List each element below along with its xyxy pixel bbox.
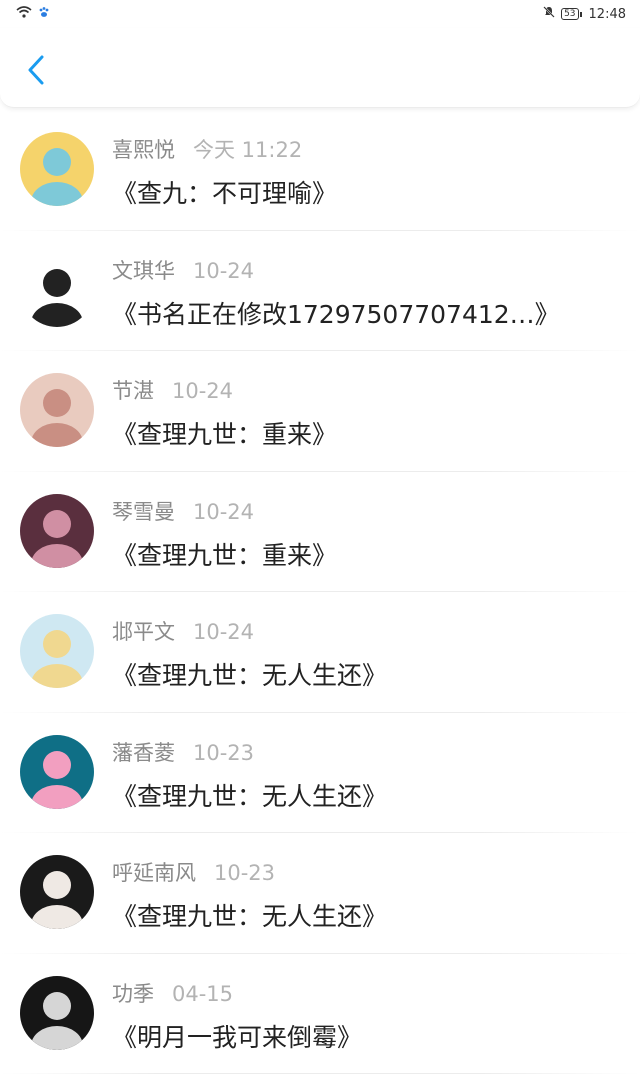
avatar[interactable]: [20, 373, 94, 447]
list-item[interactable]: 文琪华 10-24 《书名正在修改17297507707412…》: [0, 231, 640, 352]
book-title[interactable]: 《查理九世：无人生还》: [112, 777, 387, 813]
status-right: 53 12:48: [543, 6, 626, 22]
timestamp: 10-23: [193, 741, 254, 765]
item-meta: 功季 04-15: [112, 978, 233, 1008]
item-meta: 节湛 10-24: [112, 375, 233, 405]
list-item[interactable]: 呼延南风 10-23 《查理九世：无人生还》: [0, 833, 640, 954]
book-title[interactable]: 《查理九世：无人生还》: [112, 897, 387, 933]
book-title[interactable]: 《查理九世：无人生还》: [112, 656, 387, 692]
list-item[interactable]: 功季 04-15 《明月一我可来倒霉》: [0, 954, 640, 1074]
mute-bell-icon: [543, 6, 555, 22]
list-item[interactable]: 节湛 10-24 《查理九世：重来》: [0, 351, 640, 472]
author-name[interactable]: 藩香菱: [112, 737, 175, 767]
item-meta: 呼延南风 10-23: [112, 857, 275, 887]
timestamp: 04-15: [172, 982, 233, 1006]
header-bar: [0, 28, 640, 108]
book-title[interactable]: 《书名正在修改17297507707412…》: [112, 295, 560, 331]
avatar[interactable]: [20, 735, 94, 809]
wifi-icon: [16, 6, 32, 22]
status-left: [16, 6, 50, 22]
author-name[interactable]: 功季: [112, 978, 154, 1008]
timestamp: 今天 11:22: [193, 134, 302, 164]
timestamp: 10-24: [193, 500, 254, 524]
item-meta: 喜熙悦 今天 11:22: [112, 134, 302, 164]
feed-list: 喜熙悦 今天 11:22 《查九：不可理喻》 文琪华 10-24 《书名正在修改…: [0, 110, 640, 1074]
avatar[interactable]: [20, 132, 94, 206]
list-item[interactable]: 邶平文 10-24 《查理九世：无人生还》: [0, 592, 640, 713]
book-title[interactable]: 《查九：不可理喻》: [112, 174, 337, 210]
author-name[interactable]: 喜熙悦: [112, 134, 175, 164]
timestamp: 10-24: [172, 379, 233, 403]
author-name[interactable]: 琴雪曼: [112, 496, 175, 526]
clock: 12:48: [589, 7, 626, 22]
author-name[interactable]: 邶平文: [112, 616, 175, 646]
item-meta: 文琪华 10-24: [112, 255, 254, 285]
timestamp: 10-24: [193, 620, 254, 644]
book-title[interactable]: 《明月一我可来倒霉》: [112, 1018, 362, 1054]
list-item[interactable]: 喜熙悦 今天 11:22 《查九：不可理喻》: [0, 110, 640, 231]
list-item[interactable]: 藩香菱 10-23 《查理九世：无人生还》: [0, 713, 640, 834]
avatar[interactable]: [20, 855, 94, 929]
paw-icon: [38, 6, 50, 22]
author-name[interactable]: 节湛: [112, 375, 154, 405]
avatar[interactable]: [20, 976, 94, 1050]
back-button[interactable]: [18, 52, 54, 92]
list-item[interactable]: 琴雪曼 10-24 《查理九世：重来》: [0, 472, 640, 593]
item-meta: 藩香菱 10-23: [112, 737, 254, 767]
avatar[interactable]: [20, 494, 94, 568]
status-bar: 53 12:48: [0, 0, 640, 28]
timestamp: 10-24: [193, 259, 254, 283]
author-name[interactable]: 文琪华: [112, 255, 175, 285]
chevron-left-icon: [26, 54, 46, 90]
author-name[interactable]: 呼延南风: [112, 857, 196, 887]
avatar[interactable]: [20, 614, 94, 688]
avatar[interactable]: [20, 253, 94, 327]
item-meta: 邶平文 10-24: [112, 616, 254, 646]
book-title[interactable]: 《查理九世：重来》: [112, 415, 337, 451]
book-title[interactable]: 《查理九世：重来》: [112, 536, 337, 572]
battery-indicator: 53: [561, 8, 578, 20]
timestamp: 10-23: [214, 861, 275, 885]
item-meta: 琴雪曼 10-24: [112, 496, 254, 526]
